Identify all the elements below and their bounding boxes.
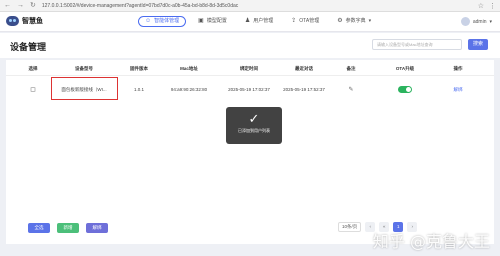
- reload-icon[interactable]: ↻: [30, 0, 36, 12]
- nav-tab-user-management[interactable]: ♟ 用户管理: [239, 16, 279, 27]
- top-navigation: ☺ 智能体管理 ▣ 模型配置 ♟ 用户管理 ⇪ OTA管理 ⚙ 参数字典 ▾: [138, 16, 377, 27]
- check-icon: ✓: [248, 111, 260, 126]
- cube-icon: ▣: [198, 18, 204, 24]
- page-header: 设备管理 请输入设备型号或Mac地址查询 搜索: [0, 33, 500, 58]
- page-title: 设备管理: [10, 42, 47, 52]
- mac-address: 94:a9:90:26:32:80: [170, 87, 208, 92]
- column-header-firmware: 固件版本: [130, 66, 148, 71]
- column-header-bind-time: 绑定时间: [240, 66, 258, 71]
- upload-icon: ⇪: [291, 18, 297, 24]
- nav-tab-label: 用户管理: [253, 18, 274, 24]
- star-icon[interactable]: ☆: [478, 2, 484, 10]
- row-checkbox[interactable]: [30, 83, 36, 97]
- column-header-mac: Mac地址: [180, 66, 198, 71]
- unbind-button[interactable]: 解绑: [86, 223, 108, 233]
- search-button[interactable]: 搜索: [468, 39, 488, 50]
- highlight-box: [51, 77, 118, 100]
- nav-tab-label: 智能体管理: [154, 18, 180, 24]
- nav-tab-label: 参数字典: [345, 18, 366, 24]
- app-logo[interactable]: 智慧鱼: [6, 16, 43, 26]
- app-name: 智慧鱼: [22, 18, 43, 25]
- nav-tab-label: OTA管理: [299, 18, 320, 24]
- column-header-action: 操作: [453, 66, 463, 71]
- bind-time: 2025-05-19 17:02:37: [228, 87, 270, 92]
- robot-logo-icon: [6, 16, 19, 26]
- page-size-select[interactable]: 10条/页: [338, 222, 362, 232]
- nav-tab-model-config[interactable]: ▣ 模型配置: [192, 16, 233, 27]
- user-menu[interactable]: admin ▾: [460, 17, 492, 26]
- column-header-last-chat: 最近对话: [295, 66, 313, 71]
- username: admin: [472, 18, 487, 25]
- nav-tab-label: 模型配置: [206, 18, 227, 24]
- edit-icon[interactable]: ✎: [348, 83, 353, 97]
- nav-tab-ota-management[interactable]: ⇪ OTA管理: [285, 16, 325, 27]
- firmware-version: 1.0.1: [133, 87, 145, 92]
- robot-icon: ☺: [145, 18, 152, 24]
- user-icon: ♟: [244, 18, 251, 24]
- back-icon[interactable]: ←: [4, 0, 11, 12]
- menu-icon[interactable]: ⋮: [489, 2, 496, 10]
- ota-toggle[interactable]: [398, 86, 412, 93]
- forward-icon[interactable]: →: [17, 0, 24, 12]
- gear-icon: ⚙: [337, 18, 343, 24]
- watermark: 知乎 @克鲁大王: [372, 232, 490, 251]
- address-bar[interactable]: 127.0.0.1:5002/#/device-management?agent…: [42, 0, 282, 12]
- nav-tab-agent-management[interactable]: ☺ 智能体管理: [138, 16, 187, 27]
- last-chat-time: 2025-05-19 17:52:37: [283, 87, 325, 92]
- app-header: 智慧鱼 ☺ 智能体管理 ▣ 模型配置 ♟ 用户管理 ⇪ OTA管理 ⚙ 参数字典…: [0, 12, 500, 32]
- chevron-down-icon: ▾: [489, 18, 492, 25]
- avatar: [460, 17, 470, 26]
- nav-tab-param-dict[interactable]: ⚙ 参数字典 ▾: [331, 16, 377, 27]
- device-table-panel: 选择 设备型号 固件版本 Mac地址 绑定时间 最近对话 备注 OTA升级 操作…: [6, 60, 494, 244]
- add-button[interactable]: 新增: [57, 223, 79, 233]
- column-header-ota: OTA升级: [395, 66, 415, 71]
- column-header-select: 选择: [28, 66, 38, 71]
- search-input[interactable]: 请输入设备型号或Mac地址查询: [372, 39, 462, 50]
- select-all-button[interactable]: 全选: [28, 223, 50, 233]
- column-header-model: 设备型号: [75, 66, 93, 71]
- chevron-down-icon: ▾: [368, 18, 372, 24]
- unbind-link[interactable]: 解绑: [454, 83, 463, 97]
- column-header-remark: 备注: [346, 66, 356, 71]
- table-header: 选择 设备型号 固件版本 Mac地址 绑定时间 最近对话 备注 OTA升级 操作: [6, 66, 494, 76]
- success-toast: ✓ 已添加到用户列表: [226, 107, 282, 144]
- browser-toolbar: ← → ↻ 127.0.0.1:5002/#/device-management…: [0, 0, 500, 12]
- toast-message: 已添加到用户列表: [238, 128, 270, 133]
